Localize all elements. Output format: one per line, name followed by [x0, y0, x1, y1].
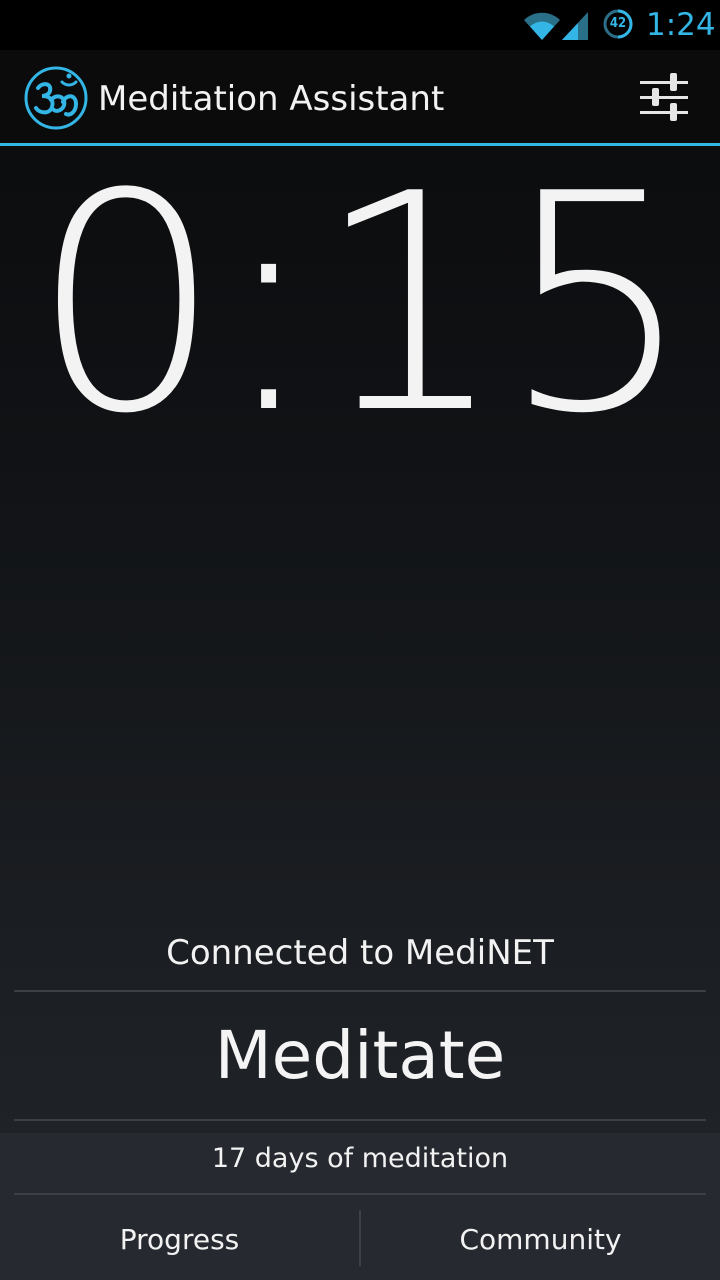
streak-text: 17 days of meditation [211, 1143, 509, 1174]
progress-button[interactable]: Progress [7, 1200, 352, 1280]
battery-level: 42 [609, 16, 627, 31]
timer-display[interactable]: 0:15 [0, 155, 720, 455]
sliders-icon [640, 73, 688, 121]
om-icon[interactable] [24, 66, 88, 130]
divider [14, 1193, 706, 1195]
divider [14, 1119, 706, 1121]
wifi-icon [524, 12, 560, 41]
app-screen: 42 1:24 Meditation Assistant 0:15 Connec… [0, 0, 720, 1280]
button-separator [359, 1210, 361, 1266]
app-title: Meditation Assistant [98, 79, 445, 119]
status-clock: 1:24 [646, 7, 716, 43]
cell-signal-icon [562, 12, 588, 40]
connection-status: Connected to MediNET [166, 933, 554, 973]
status-bar: 42 1:24 [0, 0, 720, 50]
divider [14, 990, 706, 992]
battery-indicator: 42 [603, 9, 633, 39]
community-button[interactable]: Community [368, 1200, 713, 1280]
settings-button[interactable] [630, 68, 698, 128]
meditate-button[interactable]: Meditate [14, 993, 706, 1119]
